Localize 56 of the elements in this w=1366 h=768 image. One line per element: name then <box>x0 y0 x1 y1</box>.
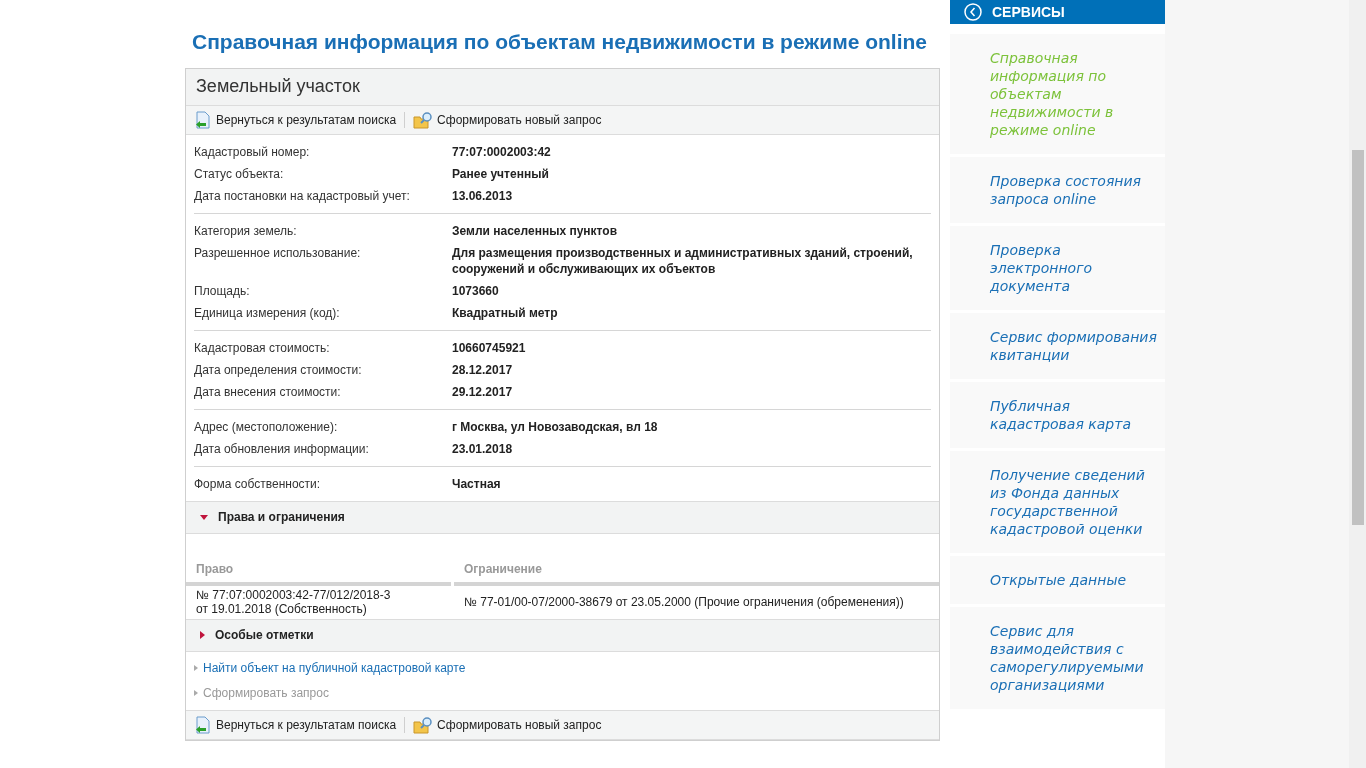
field-label: Категория земель: <box>194 222 298 239</box>
table-cell-text: № 77-01/00-07/2000-38679 от 23.05.2000 (Прочие ограничения (обременения)) <box>463 595 905 609</box>
field-value: Квадратный метр <box>452 304 559 321</box>
field-value: Ранее учтенный <box>452 165 550 182</box>
field-value: 28.12.2017 <box>452 361 514 378</box>
column-header: Право <box>186 559 451 586</box>
back-circle-icon <box>964 3 982 21</box>
field-value: 1073660 <box>452 282 500 299</box>
folder-search-icon <box>413 715 434 734</box>
table-cell-text: № 77:07:0002003:42-77/012/2018-3 от 19.01.2018 (Собственность) <box>195 588 392 616</box>
column-header: Ограничение <box>454 559 939 586</box>
bullet-icon <box>194 690 198 696</box>
field-value: г Москва, ул Новозаводская, вл 18 <box>452 418 659 435</box>
toolbar-button[interactable]: Сформировать новый запрос <box>413 715 602 734</box>
field-label: Кадастровая стоимость: <box>194 339 331 356</box>
field-value: Для размещения производственных и административных зданий, строений, сооружений и обслуживающих их объектов <box>452 244 914 277</box>
toolbar-button[interactable]: Вернуться к результатам поиска <box>194 110 397 129</box>
sidebar-title: СЕРВИСЫ <box>992 2 1065 22</box>
toolbar-button[interactable]: Вернуться к результатам поиска <box>194 715 397 734</box>
folder-search-icon <box>413 110 434 129</box>
document-arrow-icon <box>194 715 212 734</box>
document-arrow-icon <box>194 110 212 129</box>
sidebar-item[interactable]: Проверка электронного документа <box>950 226 1165 310</box>
field-value: 13.06.2013 <box>452 187 514 204</box>
link[interactable]: Найти объект на публичной кадастровой карте <box>203 659 466 677</box>
field-label: Дата внесения стоимости: <box>194 383 342 400</box>
sidebar-item[interactable]: Сервис формирования квитанции <box>950 313 1165 379</box>
panel-header: Земельный участок <box>186 68 939 105</box>
sidebar-item[interactable]: Проверка состояния запроса online <box>950 157 1165 223</box>
field-label: Кадастровый номер: <box>194 143 311 160</box>
bullet-icon <box>194 665 198 671</box>
caret-down-icon <box>200 514 208 520</box>
field-value: Частная <box>452 475 502 492</box>
field-value: 77:07:0002003:42 <box>452 143 552 160</box>
section-header[interactable]: Особые отметки <box>186 618 939 652</box>
sidebar-item[interactable]: Получение сведений из Фонда данных государственной кадастровой оценки <box>950 451 1165 553</box>
section-header[interactable]: Права и ограничения <box>186 500 939 534</box>
field-label: Дата определения стоимости: <box>194 361 363 378</box>
field-value: 10660745921 <box>452 339 527 356</box>
field-label: Площадь: <box>194 282 251 299</box>
field-value: 29.12.2017 <box>452 383 514 400</box>
caret-right-icon <box>200 631 205 639</box>
field-label: Форма собственности: <box>194 475 322 492</box>
page-title: Справочная информация по объектам недвижимости в режиме online <box>192 29 929 55</box>
field-label: Статус объекта: <box>194 165 285 182</box>
sidebar-item[interactable]: Публичная кадастровая карта <box>950 382 1165 448</box>
field-label: Дата обновления информации: <box>194 440 370 457</box>
sidebar-item[interactable]: Сервис для взаимодействия с саморегулируемыми организациями <box>950 607 1165 709</box>
field-label: Дата постановки на кадастровый учет: <box>194 187 411 204</box>
field-label: Разрешенное использование: <box>194 244 362 262</box>
toolbar-button[interactable]: Сформировать новый запрос <box>413 110 602 129</box>
field-value: Земли населенных пунктов <box>452 222 618 239</box>
field-value: 23.01.2018 <box>452 440 514 457</box>
field-label: Единица измерения (код): <box>194 304 341 321</box>
field-label: Адрес (местоположение): <box>194 418 339 435</box>
sidebar-item[interactable]: Открытые данные <box>950 556 1165 604</box>
